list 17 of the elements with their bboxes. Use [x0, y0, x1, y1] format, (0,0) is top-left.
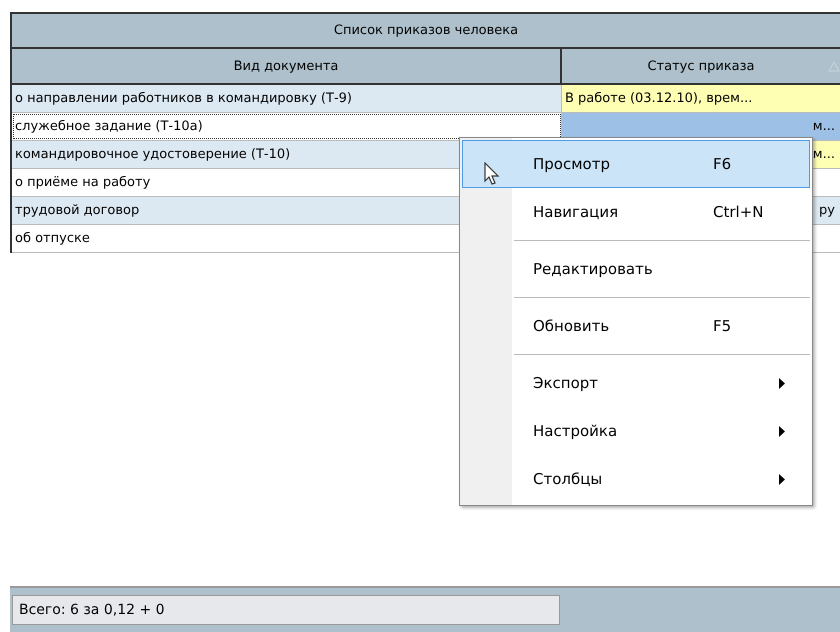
- status-text: Всего: 6 за 0,12 + 0: [12, 595, 560, 625]
- menu-item[interactable]: Обновить F5: [462, 302, 810, 350]
- table-title: Список приказов человека: [12, 12, 840, 49]
- mouse-pointer-icon: [484, 162, 500, 186]
- menu-item[interactable]: Столбцы: [462, 455, 810, 503]
- status-text: В работе (03.12.10), врем...: [565, 91, 752, 106]
- menu-item[interactable]: Просмотр F6: [462, 140, 810, 188]
- status-text: ру: [819, 203, 836, 218]
- submenu-arrow-icon: [779, 474, 785, 484]
- menu-item[interactable]: Настройка: [462, 407, 810, 455]
- menu-item[interactable]: Экспорт: [462, 359, 810, 407]
- column-header[interactable]: Статус приказа: [562, 49, 840, 83]
- submenu-arrow-icon: [779, 426, 785, 436]
- status-text: м...: [812, 119, 836, 134]
- column-header[interactable]: Вид документа: [12, 49, 562, 83]
- submenu-arrow-icon: [779, 378, 785, 388]
- status-text: м...: [812, 147, 836, 162]
